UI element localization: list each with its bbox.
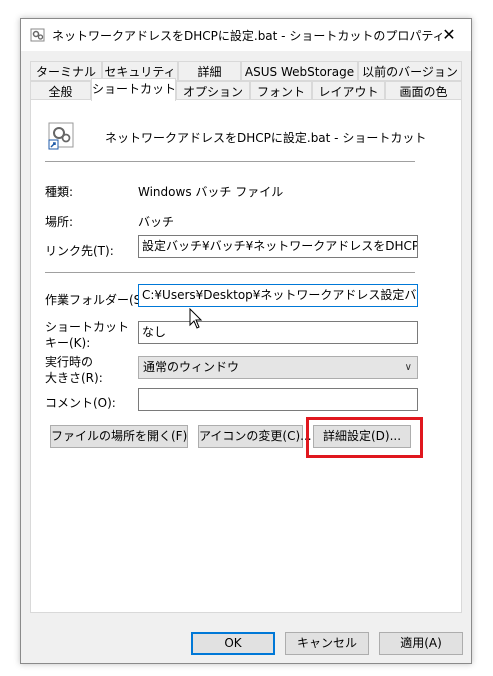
divider — [45, 161, 415, 162]
batch-file-icon — [30, 28, 45, 42]
tab-shortcut[interactable]: ショートカット — [91, 78, 176, 101]
comment-input[interactable] — [138, 388, 418, 411]
change-icon-button[interactable]: アイコンの変更(C)... — [198, 425, 312, 448]
mouse-cursor-icon — [189, 308, 203, 329]
chevron-down-icon: ∨ — [404, 362, 412, 373]
run-select[interactable]: 通常のウィンドウ ∨ — [138, 356, 418, 379]
run-select-value: 通常のウィンドウ — [143, 360, 240, 374]
close-button[interactable]: ✕ — [427, 19, 471, 51]
shortcut-file-icon — [48, 122, 74, 150]
type-label: 種類: — [45, 185, 74, 199]
tab-asus-webstorage[interactable]: ASUS WebStorage — [241, 61, 358, 81]
divider — [45, 272, 415, 273]
apply-button[interactable]: 適用(A) — [379, 632, 463, 655]
tab-details[interactable]: 詳細 — [178, 61, 241, 81]
tab-screen-colors[interactable]: 画面の色 — [385, 81, 462, 101]
shortcut-key-label-2: キー(K): — [45, 336, 91, 350]
start-in-input[interactable]: C:¥Users¥Desktop¥ネットワークアドレス設定バッチ¥バッチ — [138, 284, 418, 307]
cancel-button[interactable]: キャンセル — [285, 632, 369, 655]
target-input[interactable]: 設定バッチ¥バッチ¥ネットワークアドレスをDHCPに設定.bat — [138, 235, 418, 258]
tab-layout[interactable]: レイアウト — [312, 81, 385, 101]
location-label: 場所: — [45, 215, 74, 229]
shortcut-key-input[interactable]: なし — [138, 321, 418, 344]
shortcut-name: ネットワークアドレスをDHCPに設定.bat - ショートカット — [105, 131, 427, 145]
comment-label: コメント(O): — [45, 396, 116, 410]
location-value: バッチ — [138, 215, 175, 229]
target-label: リンク先(T): — [45, 244, 114, 258]
type-value: Windows バッチ ファイル — [138, 185, 284, 199]
ok-button[interactable]: OK — [191, 632, 275, 655]
tab-previous-versions[interactable]: 以前のバージョン — [358, 61, 462, 81]
tab-options[interactable]: オプション — [176, 81, 250, 101]
highlight-box — [306, 417, 423, 458]
tab-general[interactable]: 全般 — [30, 81, 91, 101]
shortcut-key-label-1: ショートカット — [45, 320, 130, 334]
open-file-location-button[interactable]: ファイルの場所を開く(F) — [50, 425, 188, 448]
start-in-label: 作業フォルダー(S): — [45, 293, 151, 307]
window-title: ネットワークアドレスをDHCPに設定.bat - ショートカットのプロパティ — [52, 29, 445, 43]
shortcut-tab-panel: ネットワークアドレスをDHCPに設定.bat - ショートカット 種類: Win… — [30, 99, 462, 613]
run-label-2: 大きさ(R): — [45, 371, 103, 385]
tab-font[interactable]: フォント — [250, 81, 312, 101]
title-bar: ネットワークアドレスをDHCPに設定.bat - ショートカットのプロパティ ✕ — [21, 19, 471, 51]
run-label-1: 実行時の — [45, 355, 94, 369]
properties-window: ネットワークアドレスをDHCPに設定.bat - ショートカットのプロパティ ✕… — [20, 18, 472, 664]
